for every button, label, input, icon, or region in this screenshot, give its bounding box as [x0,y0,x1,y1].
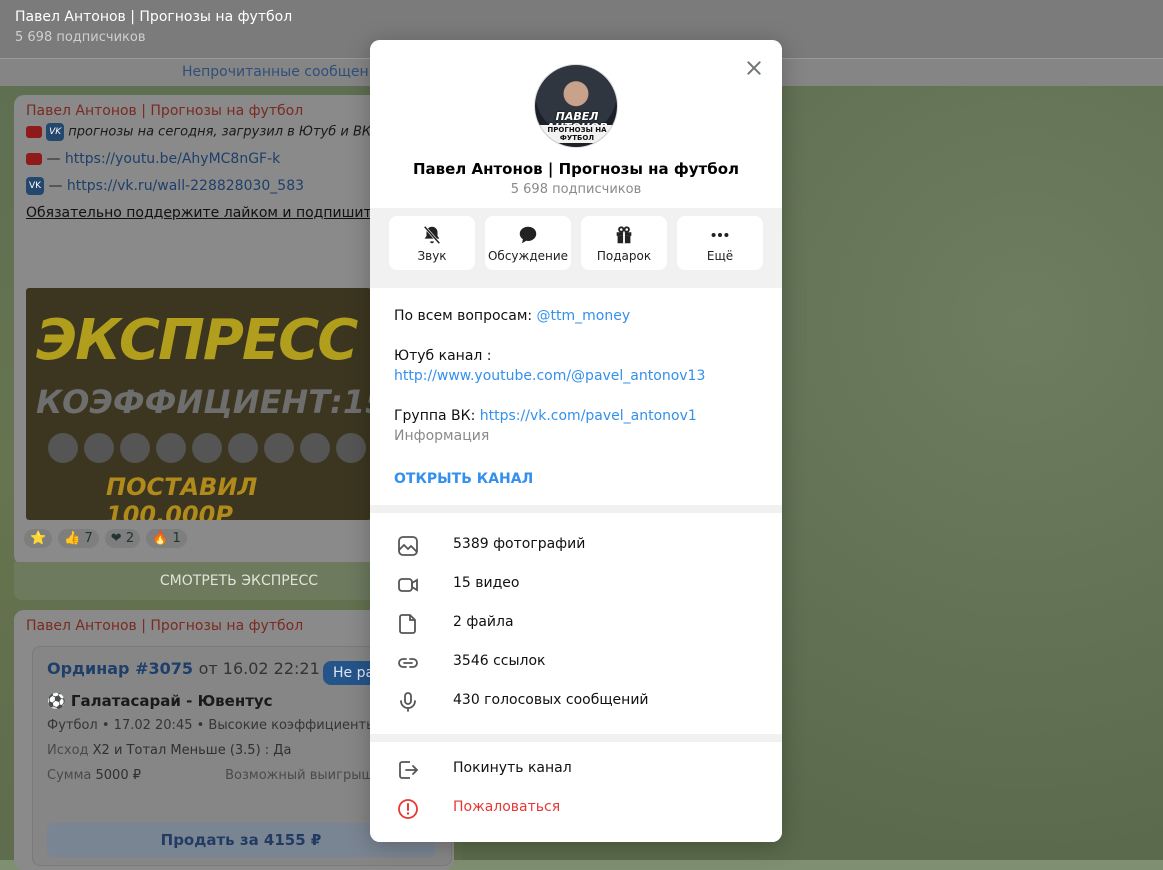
media-files-label: 2 файла [453,614,514,630]
questions-link[interactable]: @ttm_money [537,308,631,324]
bell-off-icon [423,225,441,245]
club-logo [228,433,258,463]
open-channel-button[interactable]: ОТКРЫТЬ КАНАЛ [394,471,533,487]
media-videos-label: 15 видео [453,575,520,591]
media-voice-label: 430 голосовых сообщений [453,692,649,708]
discussion-button[interactable]: Обсуждение [485,216,571,270]
modal-header: ПАВЕЛ АНТОНОВ ПРОГНОЗЫ НА ФУТБОЛ Павел А… [370,40,782,288]
leave-channel-label: Покинуть канал [453,760,572,776]
channel-actions: Покинуть канал Пожаловаться [370,742,782,842]
more-dots-icon [711,232,729,238]
media-files-row[interactable]: 2 файла [370,604,782,643]
microphone-icon [400,692,416,712]
chat-bubble-icon [519,226,537,244]
vk-icon: VK [26,177,44,195]
vk-link[interactable]: https://vk.ru/wall-228828030_583 [67,178,304,194]
channel-description: По всем вопросам: @ttm_money Ютуб канал … [370,288,782,505]
reactions: ⭐ 👍 7 ❤ 2 🔥 1 [24,529,187,548]
avatar-subtext: ПРОГНОЗЫ НА ФУТБОЛ [539,125,615,143]
avatar[interactable]: ПАВЕЛ АНТОНОВ ПРОГНОЗЫ НА ФУТБОЛ [534,64,618,148]
media-photos-row[interactable]: 5389 фотографий [370,526,782,565]
vk-line: Группа ВК: https://vk.com/pavel_antonov1 [394,408,697,424]
vk-icon: VK [46,123,65,141]
info-label: Информация [394,428,490,444]
report-row[interactable]: Пожаловаться [370,789,782,828]
unread-bar-label: Непрочитанные сообщени [182,64,378,80]
media-links-label: 3546 ссылок [453,653,546,669]
reaction-star[interactable]: ⭐ [24,529,53,548]
reaction-fire[interactable]: 🔥 1 [146,529,187,548]
close-button[interactable] [742,56,766,80]
banner-coefficient: КОЭФФИЦИЕНТ:15 [36,383,371,421]
chat-title: Павел Антонов | Прогнозы на футбол [15,9,293,25]
youtube-icon [26,126,42,138]
youtube-label: Ютуб канал : [394,348,492,364]
more-button[interactable]: Ещё [677,216,763,270]
questions-line: По всем вопросам: @ttm_money [394,308,631,324]
photo-icon [398,536,418,556]
banner-stake: ПОСТАВИЛ 100.000Р [106,473,258,520]
vk-group-link[interactable]: https://vk.com/pavel_antonov1 [480,408,697,424]
club-logo [336,433,366,463]
file-icon [399,614,416,634]
media-links-row[interactable]: 3546 ссылок [370,643,782,682]
media-photos-label: 5389 фотографий [453,536,586,552]
gift-label: Подарок [596,249,652,263]
channel-info-modal: ПАВЕЛ АНТОНОВ ПРОГНОЗЫ НА ФУТБОЛ Павел А… [370,40,782,842]
channel-subscribers: 5 698 подписчиков [510,182,642,197]
video-icon [398,578,418,592]
reaction-heart[interactable]: ❤ 2 [104,529,141,548]
media-voice-row[interactable]: 430 голосовых сообщений [370,682,782,721]
discussion-label: Обсуждение [487,249,569,263]
channel-name: Павел Антонов | Прогнозы на футбол [412,160,740,178]
club-logo [120,433,150,463]
club-logo [264,433,294,463]
post-banner-image[interactable]: ЭКСПРЕСС КОЭФФИЦИЕНТ:15 ПОСТАВИЛ 100.000… [26,288,371,520]
gift-icon [616,226,632,244]
mute-label: Звук [417,249,447,263]
leave-icon [399,761,419,779]
divider [370,734,782,742]
banner-club-logos [48,433,366,463]
club-logo [48,433,78,463]
club-logo [156,433,186,463]
club-logo [84,433,114,463]
youtube-link[interactable]: https://youtu.be/AhyMC8nGF-k [65,151,280,167]
reaction-thumbs-up[interactable]: 👍 7 [58,529,99,548]
media-videos-row[interactable]: 15 видео [370,565,782,604]
youtube-channel-link[interactable]: http://www.youtube.com/@pavel_antonov13 [394,368,705,384]
shared-media-list: 5389 фотографий 15 видео 2 файла 3546 сс… [370,513,782,734]
banner-headline: ЭКСПРЕСС [36,308,358,373]
quick-actions: Звук Обсуждение Подарок Ещё [370,208,782,288]
mute-button[interactable]: Звук [389,216,475,270]
more-label: Ещё [706,249,734,263]
club-logo [192,433,222,463]
link-icon [398,658,418,668]
youtube-icon [26,153,42,165]
leave-channel-row[interactable]: Покинуть канал [370,750,782,789]
warning-icon [398,799,418,819]
club-logo [300,433,330,463]
divider [370,505,782,513]
gift-button[interactable]: Подарок [581,216,667,270]
report-label: Пожаловаться [453,799,561,815]
